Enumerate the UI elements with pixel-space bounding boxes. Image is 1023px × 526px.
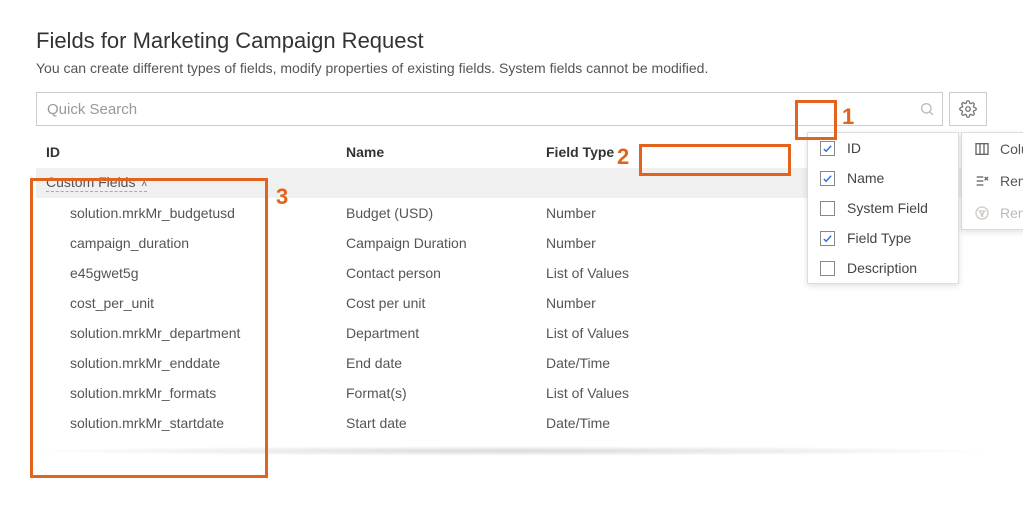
check-icon	[822, 173, 833, 184]
menu-item-remove-grouping[interactable]: Remove grouping	[962, 165, 1023, 197]
columns-option[interactable]: Description	[808, 253, 958, 283]
cell-id: solution.mrkMr_startdate	[70, 415, 346, 431]
table-row[interactable]: cost_per_unitCost per unitNumber	[36, 288, 987, 318]
column-header-id[interactable]: ID	[46, 144, 346, 160]
columns-option[interactable]: Name	[808, 163, 958, 193]
cell-type: List of Values	[546, 265, 686, 281]
cell-name: Start date	[346, 415, 546, 431]
cell-type: Number	[546, 295, 686, 311]
table-row[interactable]: solution.mrkMr_startdateStart dateDate/T…	[36, 408, 987, 438]
menu-item-label: Remove grouping	[1000, 173, 1023, 189]
columns-submenu: ID Name System Field Field Type Description	[807, 132, 959, 284]
cell-type: Number	[546, 205, 686, 221]
page-subtitle: You can create different types of fields…	[36, 60, 987, 76]
settings-button[interactable]	[949, 92, 987, 126]
page-title: Fields for Marketing Campaign Request	[36, 28, 987, 54]
cell-id: solution.mrkMr_department	[70, 325, 346, 341]
cell-name: End date	[346, 355, 546, 371]
cell-name: Format(s)	[346, 385, 546, 401]
filter-icon	[974, 205, 990, 221]
columns-option-label: System Field	[847, 200, 928, 216]
caret-up-icon: ˄	[141, 179, 147, 190]
check-icon	[822, 143, 833, 154]
column-header-type[interactable]: Field Type	[546, 144, 686, 160]
cell-id: e45gwet5g	[70, 265, 346, 281]
decorative-shadow	[20, 446, 1003, 456]
column-header-name[interactable]: Name	[346, 144, 546, 160]
cell-name: Contact person	[346, 265, 546, 281]
menu-item-columns[interactable]: Columns ▸	[962, 133, 1023, 165]
check-icon	[822, 233, 833, 244]
checkbox[interactable]	[820, 171, 835, 186]
cell-id: solution.mrkMr_formats	[70, 385, 346, 401]
cell-type: List of Values	[546, 325, 686, 341]
columns-option-label: Name	[847, 170, 884, 186]
settings-menu: Columns ▸ Remove grouping Remove filter	[961, 132, 1023, 230]
cell-type: Date/Time	[546, 355, 686, 371]
menu-item-remove-filter: Remove filter	[962, 197, 1023, 229]
cell-id: cost_per_unit	[70, 295, 346, 311]
cell-id: campaign_duration	[70, 235, 346, 251]
columns-option-label: ID	[847, 140, 861, 156]
group-label-text: Custom Fields	[46, 174, 135, 190]
cell-name: Department	[346, 325, 546, 341]
menu-item-label: Remove filter	[1000, 205, 1023, 221]
gear-icon	[959, 100, 977, 118]
checkbox[interactable]	[820, 261, 835, 276]
cell-name: Budget (USD)	[346, 205, 546, 221]
columns-option[interactable]: Field Type	[808, 223, 958, 253]
table-row[interactable]: solution.mrkMr_formatsFormat(s)List of V…	[36, 378, 987, 408]
columns-option[interactable]: System Field	[808, 193, 958, 223]
cell-type: Date/Time	[546, 415, 686, 431]
checkbox[interactable]	[820, 231, 835, 246]
columns-option-label: Description	[847, 260, 917, 276]
cell-name: Campaign Duration	[346, 235, 546, 251]
cell-id: solution.mrkMr_enddate	[70, 355, 346, 371]
search-input[interactable]	[36, 92, 943, 126]
cell-type: List of Values	[546, 385, 686, 401]
cell-id: solution.mrkMr_budgetusd	[70, 205, 346, 221]
columns-option[interactable]: ID	[808, 133, 958, 163]
remove-grouping-icon	[974, 173, 990, 189]
menu-item-label: Columns	[1000, 141, 1023, 157]
columns-icon	[974, 141, 990, 157]
table-row[interactable]: solution.mrkMr_departmentDepartmentList …	[36, 318, 987, 348]
checkbox[interactable]	[820, 141, 835, 156]
cell-type: Number	[546, 235, 686, 251]
checkbox[interactable]	[820, 201, 835, 216]
cell-name: Cost per unit	[346, 295, 546, 311]
table-row[interactable]: solution.mrkMr_enddateEnd dateDate/Time	[36, 348, 987, 378]
columns-option-label: Field Type	[847, 230, 911, 246]
